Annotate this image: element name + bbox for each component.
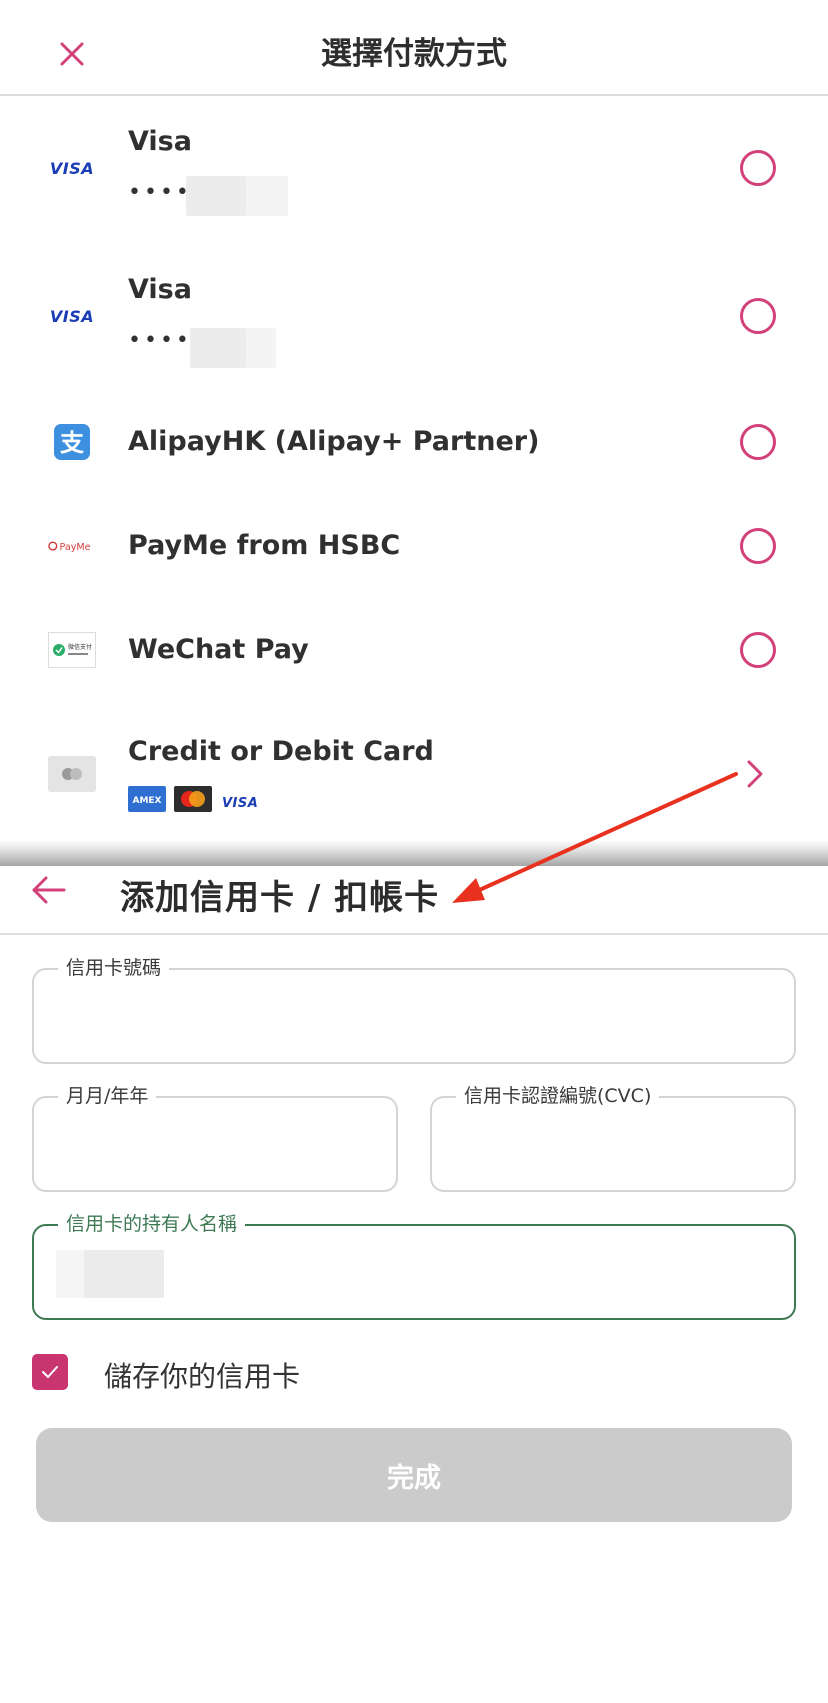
redacted-card-digits-fade [246,176,288,216]
visa-small-logo-icon: VISA [222,796,259,811]
payment-method-payme[interactable]: PayMe PayMe from HSBC [0,496,828,600]
payment-method-alipayhk[interactable]: 支 AlipayHK (Alipay+ Partner) [0,392,828,496]
redacted-card-digits [190,328,246,368]
sheet-overlay-shadow [0,840,828,866]
back-arrow-icon [32,876,66,904]
header-divider [0,933,828,935]
card-icon [48,756,96,792]
svg-text:微信支付: 微信支付 [68,643,92,651]
payment-method-name: WeChat Pay [128,634,309,665]
card-number-field[interactable]: 信用卡號碼 [32,956,796,1064]
payment-method-name: Visa [128,126,192,157]
cvc-label: 信用卡認證編號(CVC) [456,1084,660,1108]
masked-card-number: •••• [128,328,192,353]
payment-method-header: 選擇付款方式 [0,0,828,96]
svg-text:AMEX: AMEX [132,796,161,806]
visa-logo-icon: VISA [49,306,95,326]
visa-2-radio[interactable] [740,298,776,334]
masked-card-number: •••• [128,180,192,205]
expiry-date-label: 月月/年年 [58,1084,157,1108]
payment-method-wechat-pay[interactable]: 微信支付 WeChat Pay [0,600,828,704]
chevron-right-icon[interactable] [740,756,770,792]
wechat-pay-logo-icon: 微信支付 [48,632,96,668]
cvc-field[interactable]: 信用卡認證編號(CVC) [430,1084,796,1192]
amex-logo-icon: AMEX [128,786,166,816]
svg-text:支: 支 [60,429,85,457]
expiry-date-field[interactable]: 月月/年年 [32,1084,398,1192]
done-button[interactable]: 完成 [36,1428,792,1522]
redacted-card-digits-fade [246,328,276,368]
payment-method-name: AlipayHK (Alipay+ Partner) [128,426,540,457]
payment-method-name: PayMe from HSBC [128,530,401,561]
payment-method-name: Credit or Debit Card [128,736,434,767]
back-button[interactable] [28,868,72,912]
payment-method-visa-1[interactable]: VISA Visa •••• [0,96,828,240]
page-title: 選擇付款方式 [321,36,507,72]
redacted-card-digits [186,176,246,216]
mastercard-logo-icon [174,786,212,816]
alipay-logo-icon: 支 [48,424,96,460]
payment-method-credit-debit-card[interactable]: Credit or Debit Card AMEX VISA [0,708,828,840]
alipayhk-radio[interactable] [740,424,776,460]
cardholder-name-field[interactable]: 信用卡的持有人名稱 [32,1212,796,1320]
checkmark-icon [42,1366,58,1378]
payment-method-name: Visa [128,274,192,305]
cardholder-name-label: 信用卡的持有人名稱 [58,1212,246,1236]
wechat-pay-radio[interactable] [740,632,776,668]
payme-radio[interactable] [740,528,776,564]
svg-text:PayMe: PayMe [60,542,91,553]
visa-logo-icon: VISA [49,158,95,178]
add-card-title: 添加信用卡 / 扣帳卡 [120,878,440,918]
payment-method-visa-2[interactable]: VISA Visa •••• [0,244,828,388]
save-card-checkbox[interactable] [32,1354,68,1390]
save-card-label: 儲存你的信用卡 [104,1360,301,1393]
redacted-cardholder-name-fade [56,1250,84,1298]
payme-logo-icon: PayMe [48,528,96,564]
visa-1-radio[interactable] [740,150,776,186]
card-number-label: 信用卡號碼 [58,956,170,980]
